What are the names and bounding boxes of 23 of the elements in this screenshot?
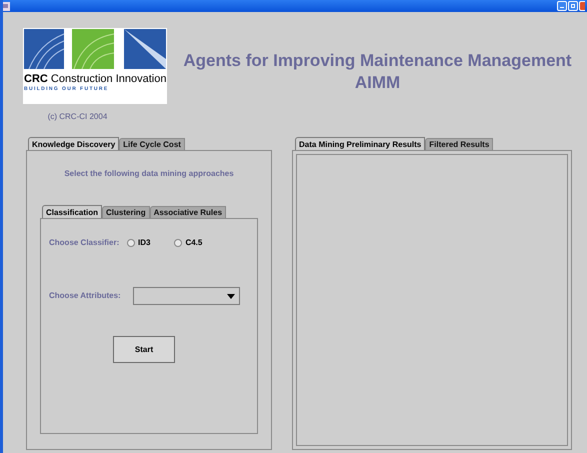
tab[interactable]: Data Mining Preliminary Results bbox=[295, 137, 426, 150]
maximize-button[interactable] bbox=[568, 1, 578, 11]
tab[interactable]: Knowledge Discovery bbox=[28, 137, 120, 150]
app-icon bbox=[3, 2, 10, 10]
instruction-text: Select the following data mining approaches bbox=[64, 168, 234, 180]
app-subtitle: AIMM bbox=[354, 72, 400, 94]
attributes-label: Choose Attributes: bbox=[49, 290, 122, 302]
tab[interactable]: Clustering bbox=[102, 206, 150, 218]
classifier-label: Choose Classifier: bbox=[49, 237, 120, 249]
tab[interactable]: Life Cycle Cost bbox=[119, 138, 185, 150]
caret-icon bbox=[227, 294, 235, 298]
radio-button[interactable]: ID3 bbox=[127, 237, 150, 249]
tab[interactable]: Classification bbox=[42, 205, 102, 218]
radio-button[interactable]: C4.5 bbox=[174, 237, 202, 249]
close-button[interactable] bbox=[579, 1, 585, 11]
start-button[interactable]: Start bbox=[113, 336, 175, 363]
minimize-button[interactable] bbox=[557, 1, 567, 11]
copyright-text: (c) CRC-CI 2004 bbox=[48, 111, 108, 123]
logo-text: CRC Construction Innovation bbox=[24, 73, 166, 85]
tab[interactable]: Filtered Results bbox=[425, 138, 494, 150]
attributes-dropdown[interactable] bbox=[133, 287, 240, 305]
tab[interactable]: Associative Rules bbox=[150, 206, 226, 218]
app-title: Agents for Improving Maintenance Management bbox=[183, 50, 572, 72]
